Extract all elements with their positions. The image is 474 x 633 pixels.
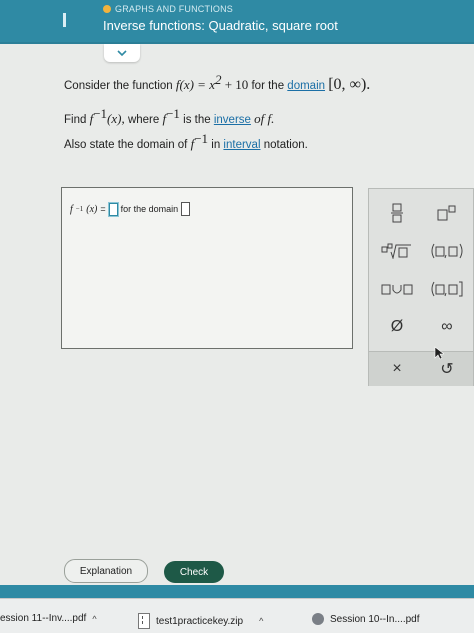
power-button[interactable] [425, 199, 469, 227]
clear-button[interactable]: × [375, 355, 419, 383]
half-open-interval-button[interactable] [425, 275, 469, 303]
infinity-button[interactable]: ∞ [425, 313, 469, 341]
nth-root-icon [381, 243, 411, 259]
question-line-3: Also state the domain of f−1 in interval… [64, 131, 308, 151]
open-interval-button[interactable] [425, 237, 469, 265]
check-button[interactable]: Check [164, 561, 224, 583]
half-open-interval-icon [431, 281, 463, 297]
download-item-3[interactable]: Session 10--In....pdf [312, 613, 420, 625]
question-line-1: Consider the function f(x) = x2 + 10 for… [64, 72, 371, 93]
pdf-file-icon [312, 613, 324, 625]
page-title: Inverse functions: Quadratic, square roo… [103, 18, 338, 33]
question-line-2: Find f−1(x), where f−1 is the inverse of… [64, 106, 275, 126]
inverse-link[interactable]: inverse [214, 114, 251, 126]
explanation-button[interactable]: Explanation [64, 559, 148, 583]
header-divider [0, 42, 474, 44]
close-icon: × [392, 360, 402, 377]
palette-actions: × ↺ [369, 351, 473, 386]
undo-icon: ↺ [440, 361, 454, 378]
answer-line: f −1 (x) = for the domain [70, 202, 191, 216]
fraction-button[interactable] [375, 199, 419, 227]
math-palette: Ø ∞ × ↺ [368, 188, 474, 386]
app-screen: GRAPHS AND FUNCTIONS Inverse functions: … [0, 0, 474, 598]
answer-box[interactable]: f −1 (x) = for the domain [61, 187, 353, 349]
interval-link[interactable]: interval [223, 139, 260, 151]
download-item-2[interactable]: test1practicekey.zip ^ [138, 613, 263, 629]
empty-set-icon: Ø [390, 318, 404, 335]
undo-button[interactable]: ↺ [425, 355, 469, 383]
zip-file-icon [138, 613, 150, 629]
menu-icon[interactable] [44, 0, 84, 40]
fraction-icon [391, 203, 403, 223]
collapse-button[interactable] [104, 44, 140, 62]
empty-set-button[interactable]: Ø [375, 313, 419, 341]
union-button[interactable] [375, 275, 419, 303]
download-bar: ession 11--Inv....pdf ^ test1practicekey… [0, 598, 474, 633]
power-icon [437, 205, 456, 221]
top-bar: GRAPHS AND FUNCTIONS Inverse functions: … [0, 0, 474, 42]
chevron-up-icon[interactable]: ^ [259, 616, 263, 626]
nth-root-button[interactable] [375, 237, 419, 265]
inverse-input[interactable] [108, 202, 118, 216]
chevron-down-icon [117, 50, 127, 57]
domain-link[interactable]: domain [287, 80, 325, 92]
footer-bar [0, 585, 474, 598]
open-interval-icon [431, 243, 463, 259]
domain-input[interactable] [181, 202, 191, 216]
download-item-1[interactable]: ession 11--Inv....pdf ^ [0, 613, 97, 624]
module-label: GRAPHS AND FUNCTIONS [103, 4, 233, 14]
infinity-icon: ∞ [441, 318, 453, 335]
mouse-cursor-icon [434, 346, 444, 360]
union-icon [381, 284, 413, 295]
progress-dot-icon [103, 5, 111, 13]
chevron-up-icon[interactable]: ^ [92, 614, 96, 624]
